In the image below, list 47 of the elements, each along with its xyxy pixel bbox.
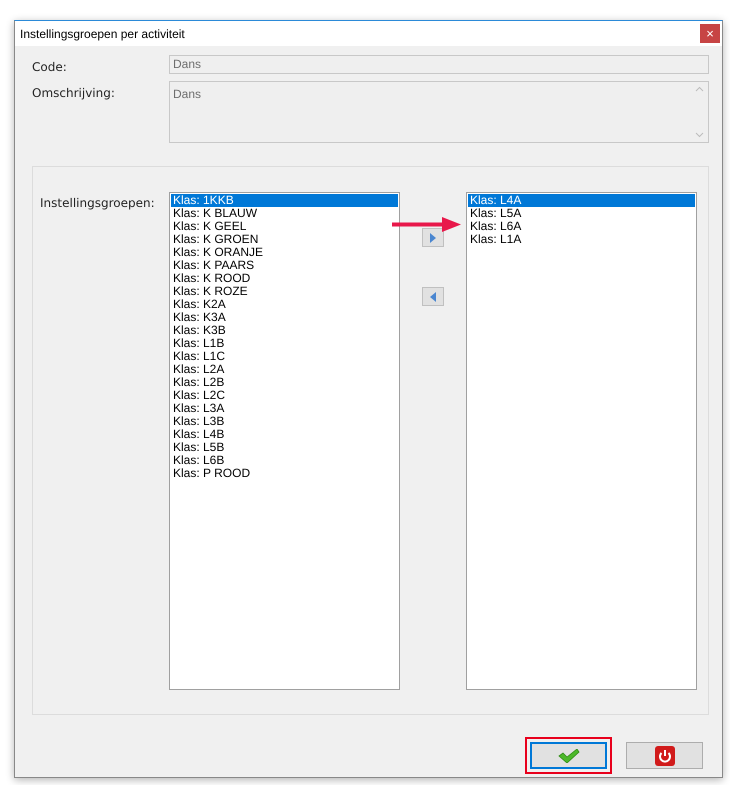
list-item[interactable]: Klas: L2B xyxy=(171,376,398,389)
remove-button[interactable] xyxy=(422,287,444,306)
list-item[interactable]: Klas: L6A xyxy=(468,220,695,233)
list-item[interactable]: Klas: K3B xyxy=(171,324,398,337)
list-item[interactable]: Klas: L4A xyxy=(468,194,695,207)
window-title: Instellingsgroepen per activiteit xyxy=(20,26,185,42)
list-item[interactable]: Klas: L5B xyxy=(171,441,398,454)
right-triangle-icon xyxy=(430,232,436,242)
list-item[interactable]: Klas: L1A xyxy=(468,233,695,246)
list-item[interactable]: Klas: L2A xyxy=(171,363,398,376)
power-icon xyxy=(654,746,674,766)
list-item[interactable]: Klas: L1B xyxy=(171,337,398,350)
ok-button[interactable] xyxy=(530,742,607,769)
list-item[interactable]: Klas: K GROEN xyxy=(171,233,398,246)
list-item[interactable]: Klas: L1C xyxy=(171,350,398,363)
close-button[interactable]: × xyxy=(700,24,720,43)
assigned-list[interactable]: Klas: L4A Klas: L5A Klas: L6A Klas: L1A xyxy=(466,192,697,690)
list-item[interactable]: Klas: L4B xyxy=(171,428,398,441)
field-label: Code: xyxy=(32,59,68,76)
annotation-arrow xyxy=(392,217,461,232)
list-item[interactable]: Klas: K3A xyxy=(171,311,398,324)
list-item[interactable]: Klas: L3A xyxy=(171,402,398,415)
list-item[interactable]: Klas: K PAARS xyxy=(171,259,398,272)
list-item[interactable]: Klas: L5A xyxy=(468,207,695,220)
code-field[interactable]: Dans xyxy=(169,55,709,74)
power-button[interactable] xyxy=(626,742,703,769)
description-text: Dans xyxy=(172,86,202,103)
field-label: Omschrijving: xyxy=(32,85,116,102)
list-item[interactable]: Klas: K2A xyxy=(171,298,398,311)
left-triangle-icon xyxy=(430,292,436,302)
list-item[interactable]: Klas: L3B xyxy=(171,415,398,428)
list-item[interactable]: Klas: P ROOD xyxy=(171,467,398,480)
list-item[interactable]: Klas: K BLAUW xyxy=(171,207,398,220)
scroll-up-icon[interactable] xyxy=(695,86,704,92)
list-item[interactable]: Klas: L2C xyxy=(171,389,398,402)
list-item[interactable]: Klas: K ROZE xyxy=(171,285,398,298)
description-field[interactable]: Dans xyxy=(169,81,709,143)
add-button[interactable] xyxy=(422,228,444,247)
available-list[interactable] xyxy=(169,192,400,690)
list-item[interactable]: Klas: 1KKB xyxy=(171,194,398,207)
checkmark-icon xyxy=(558,748,580,762)
list-item[interactable]: Klas: K ORANJE xyxy=(171,246,398,259)
field-label: Instellingsgroepen: xyxy=(40,195,156,212)
list-item[interactable]: Klas: L6B xyxy=(171,454,398,467)
list-item[interactable]: Klas: K ROOD xyxy=(171,272,398,285)
list-item[interactable]: Klas: K GEEL xyxy=(171,220,398,233)
scroll-down-icon[interactable] xyxy=(695,132,704,138)
